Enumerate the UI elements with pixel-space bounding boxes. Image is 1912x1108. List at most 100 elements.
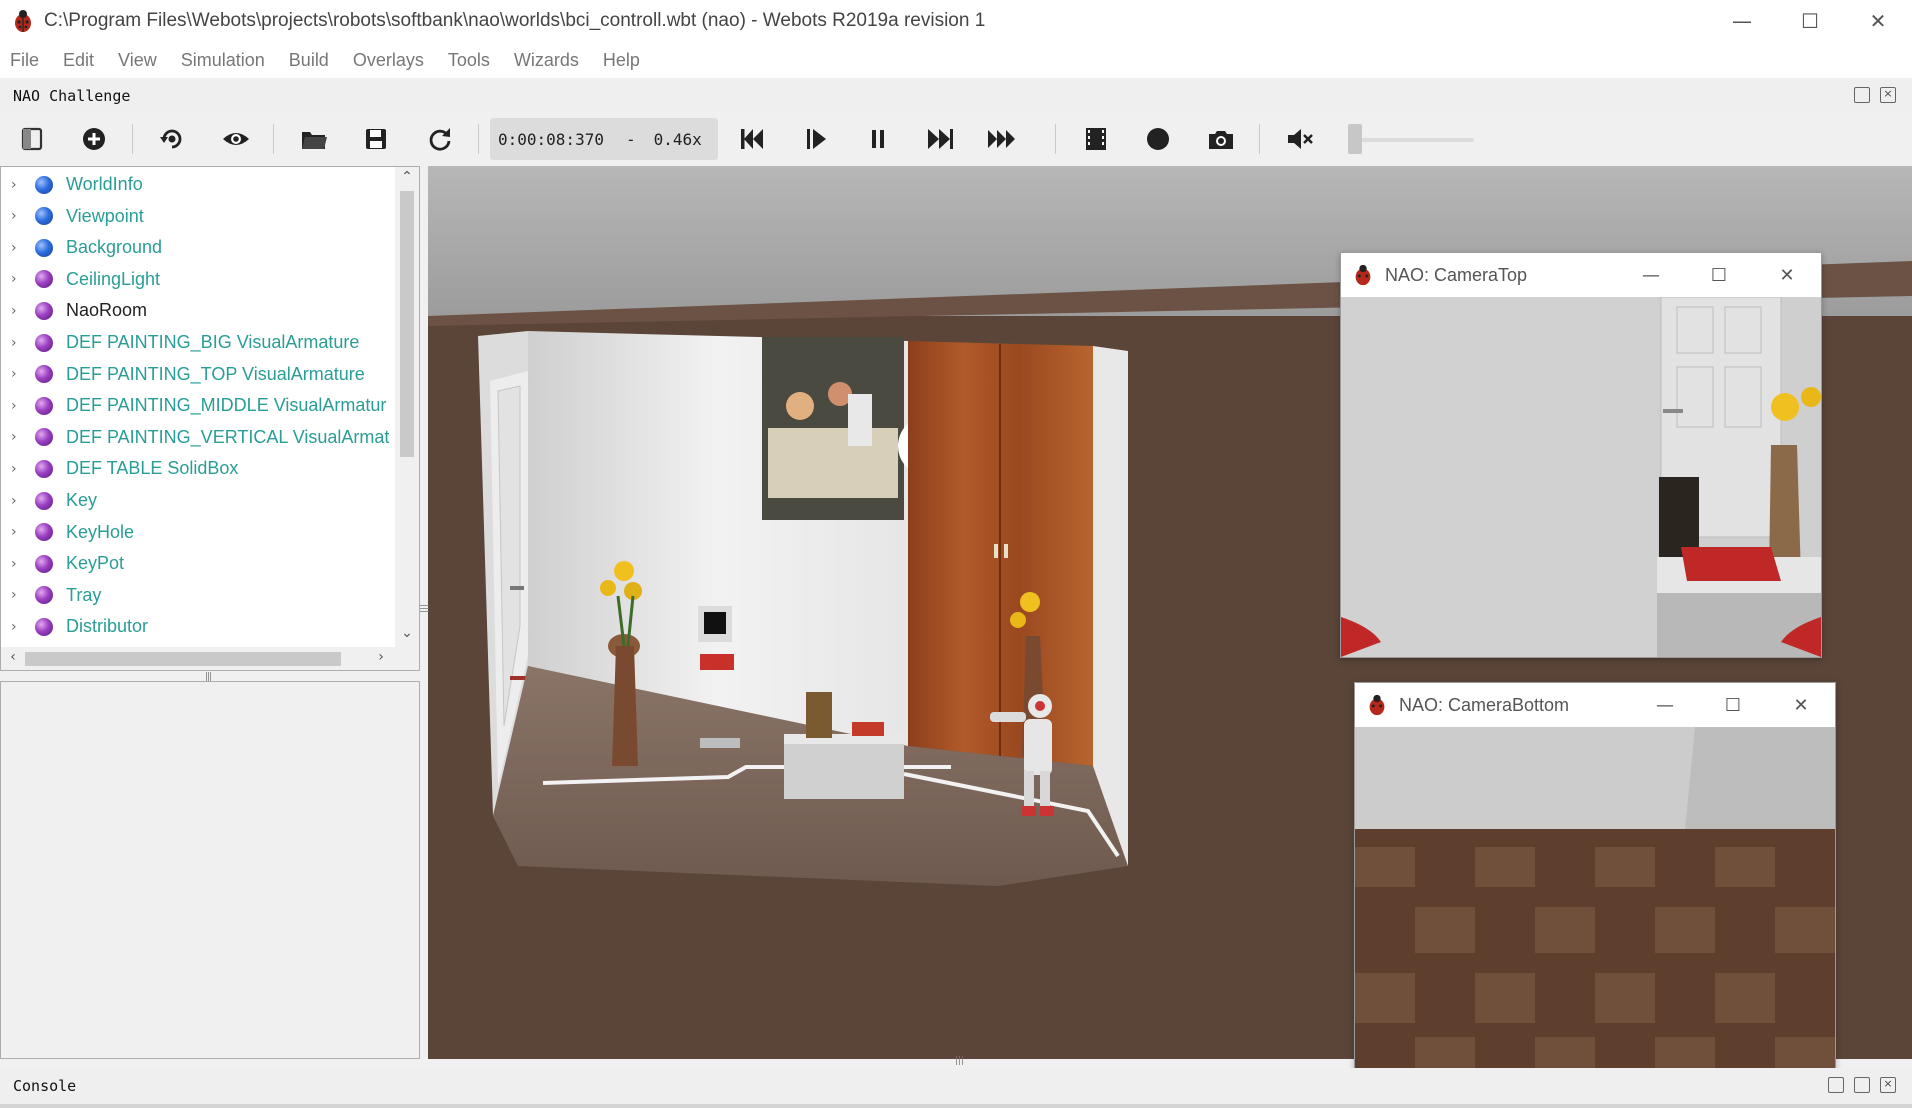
viewport-console-splitter[interactable]: ||| [955, 1056, 964, 1066]
expand-arrow-icon[interactable]: › [11, 619, 25, 635]
dock-header: NAO Challenge × [0, 80, 1912, 112]
close-button[interactable]: ✕ [1844, 0, 1912, 42]
menu-build[interactable]: Build [289, 50, 329, 71]
camera-bottom-titlebar[interactable]: NAO: CameraBottom — ☐ ✕ [1355, 683, 1835, 727]
tree-editor-splitter[interactable]: ||| [0, 671, 420, 682]
panel-viewport-splitter[interactable]: ||| [419, 604, 429, 613]
scene-tree-item[interactable]: › Background [1, 232, 393, 263]
scene-tree-item[interactable]: › DEF TABLE SolidBox [1, 453, 393, 484]
expand-arrow-icon[interactable]: › [11, 461, 25, 477]
maximize-button[interactable]: ☐ [1776, 0, 1844, 42]
console-float-icon[interactable] [1854, 1077, 1870, 1093]
scene-tree-item[interactable]: › Distributor [1, 611, 393, 642]
menu-help[interactable]: Help [603, 50, 640, 71]
scroll-right-icon[interactable]: › [371, 649, 391, 669]
scene-tree-item[interactable]: › Tray [1, 580, 393, 611]
console-clear-icon[interactable] [1828, 1077, 1844, 1093]
menu-overlays[interactable]: Overlays [353, 50, 424, 71]
expand-arrow-icon[interactable]: › [11, 556, 25, 572]
scene-tree-item[interactable]: › DEF PAINTING_VERTICAL VisualArmat [1, 422, 393, 453]
close-button[interactable]: ✕ [1753, 253, 1821, 297]
menu-simulation[interactable]: Simulation [181, 50, 265, 71]
node-sphere-icon [35, 238, 53, 257]
toggle-panel-icon[interactable] [14, 122, 50, 156]
camera-top-title: NAO: CameraTop [1385, 264, 1528, 285]
expand-arrow-icon[interactable]: › [11, 429, 25, 445]
step-back-icon[interactable] [734, 122, 770, 156]
scene-tree-item[interactable]: › CeilingLight [1, 264, 393, 295]
menu-edit[interactable]: Edit [63, 50, 94, 71]
add-node-icon[interactable] [76, 122, 112, 156]
play-icon[interactable] [798, 122, 834, 156]
scene-tree-list: › WorldInfo › Viewpoint › Background › CeilingL… [1, 167, 393, 647]
scene-tree-item[interactable]: › Key [1, 485, 393, 516]
expand-arrow-icon[interactable]: › [11, 398, 25, 414]
close-button[interactable]: ✕ [1767, 683, 1835, 727]
expand-arrow-icon[interactable]: › [11, 493, 25, 509]
camera-bottom-title: NAO: CameraBottom [1399, 694, 1570, 715]
maximize-button[interactable]: ☐ [1685, 253, 1753, 297]
node-sphere-icon [35, 428, 53, 447]
expand-arrow-icon[interactable]: › [11, 208, 25, 224]
vertical-scroll-thumb[interactable] [400, 191, 414, 457]
console-close-icon[interactable]: × [1880, 1077, 1896, 1093]
scene-tree-item[interactable]: › DEF PAINTING_TOP VisualArmature [1, 359, 393, 390]
reset-viewpoint-icon[interactable] [154, 122, 190, 156]
pause-icon[interactable] [860, 122, 896, 156]
scene-tree-item-label: Background [66, 237, 163, 258]
menu-tools[interactable]: Tools [448, 50, 490, 71]
minimize-button[interactable]: — [1631, 683, 1699, 727]
minimize-button[interactable]: — [1617, 253, 1685, 297]
expand-arrow-icon[interactable]: › [11, 240, 25, 256]
menu-file[interactable]: File [10, 50, 39, 71]
dock-float-icon[interactable] [1854, 87, 1870, 103]
scene-tree-item[interactable]: › Viewpoint [1, 201, 393, 232]
mute-icon[interactable] [1282, 122, 1318, 156]
fast-forward-icon[interactable] [922, 122, 958, 156]
scene-tree-item[interactable]: › DEF PAINTING_MIDDLE VisualArmatur [1, 390, 393, 421]
scene-tree-item[interactable]: › KeyHole [1, 517, 393, 548]
scroll-down-icon[interactable]: ⌄ [395, 625, 419, 645]
scene-tree-item[interactable]: › DEF PAINTING_BIG VisualArmature [1, 327, 393, 358]
save-icon[interactable] [358, 122, 394, 156]
field-editor-panel [0, 681, 420, 1059]
node-sphere-icon [35, 459, 53, 478]
scene-tree-item-label: DEF PAINTING_BIG VisualArmature [66, 332, 360, 352]
node-sphere-icon [35, 617, 53, 636]
eye-icon[interactable] [218, 122, 254, 156]
simulation-speed: 0.46x [653, 129, 702, 149]
scene-tree-item[interactable]: › WorldInfo [1, 169, 393, 200]
dock-close-icon[interactable]: × [1880, 87, 1896, 103]
scene-tree-item[interactable]: › NaoRoom [1, 295, 393, 326]
reload-icon[interactable] [422, 122, 458, 156]
menu-wizards[interactable]: Wizards [514, 50, 579, 71]
scene-tree-vertical-scrollbar[interactable]: ⌃ ⌄ [395, 167, 419, 647]
expand-arrow-icon[interactable]: › [11, 366, 25, 382]
simulation-time: 0:00:08:370 [498, 129, 604, 149]
camera-top-titlebar[interactable]: NAO: CameraTop — ☐ ✕ [1341, 253, 1821, 297]
minimize-button[interactable]: — [1708, 0, 1776, 42]
expand-arrow-icon[interactable]: › [11, 177, 25, 193]
record-video-icon[interactable] [1078, 122, 1114, 156]
horizontal-scroll-thumb[interactable] [25, 652, 341, 666]
expand-arrow-icon[interactable]: › [11, 271, 25, 287]
expand-arrow-icon[interactable]: › [11, 303, 25, 319]
scroll-left-icon[interactable]: ‹ [3, 649, 23, 669]
record-circle-icon[interactable] [1140, 122, 1176, 156]
menu-view[interactable]: View [118, 50, 157, 71]
volume-slider-track[interactable] [1348, 138, 1474, 142]
expand-arrow-icon[interactable]: › [11, 524, 25, 540]
node-sphere-icon [35, 333, 53, 352]
fastest-icon[interactable] [984, 122, 1020, 156]
open-file-icon[interactable] [296, 122, 332, 156]
volume-slider-handle[interactable] [1348, 124, 1362, 154]
expand-arrow-icon[interactable]: › [11, 587, 25, 603]
scroll-up-icon[interactable]: ⌃ [395, 169, 419, 189]
camera-top-window[interactable]: NAO: CameraTop — ☐ ✕ [1340, 252, 1822, 658]
maximize-button[interactable]: ☐ [1699, 683, 1767, 727]
camera-bottom-window[interactable]: NAO: CameraBottom — ☐ ✕ [1354, 682, 1836, 1088]
screenshot-icon[interactable] [1203, 122, 1239, 156]
scene-tree-item[interactable]: › KeyPot [1, 548, 393, 579]
scene-tree-horizontal-scrollbar[interactable]: ‹ › [1, 647, 419, 670]
expand-arrow-icon[interactable]: › [11, 335, 25, 351]
